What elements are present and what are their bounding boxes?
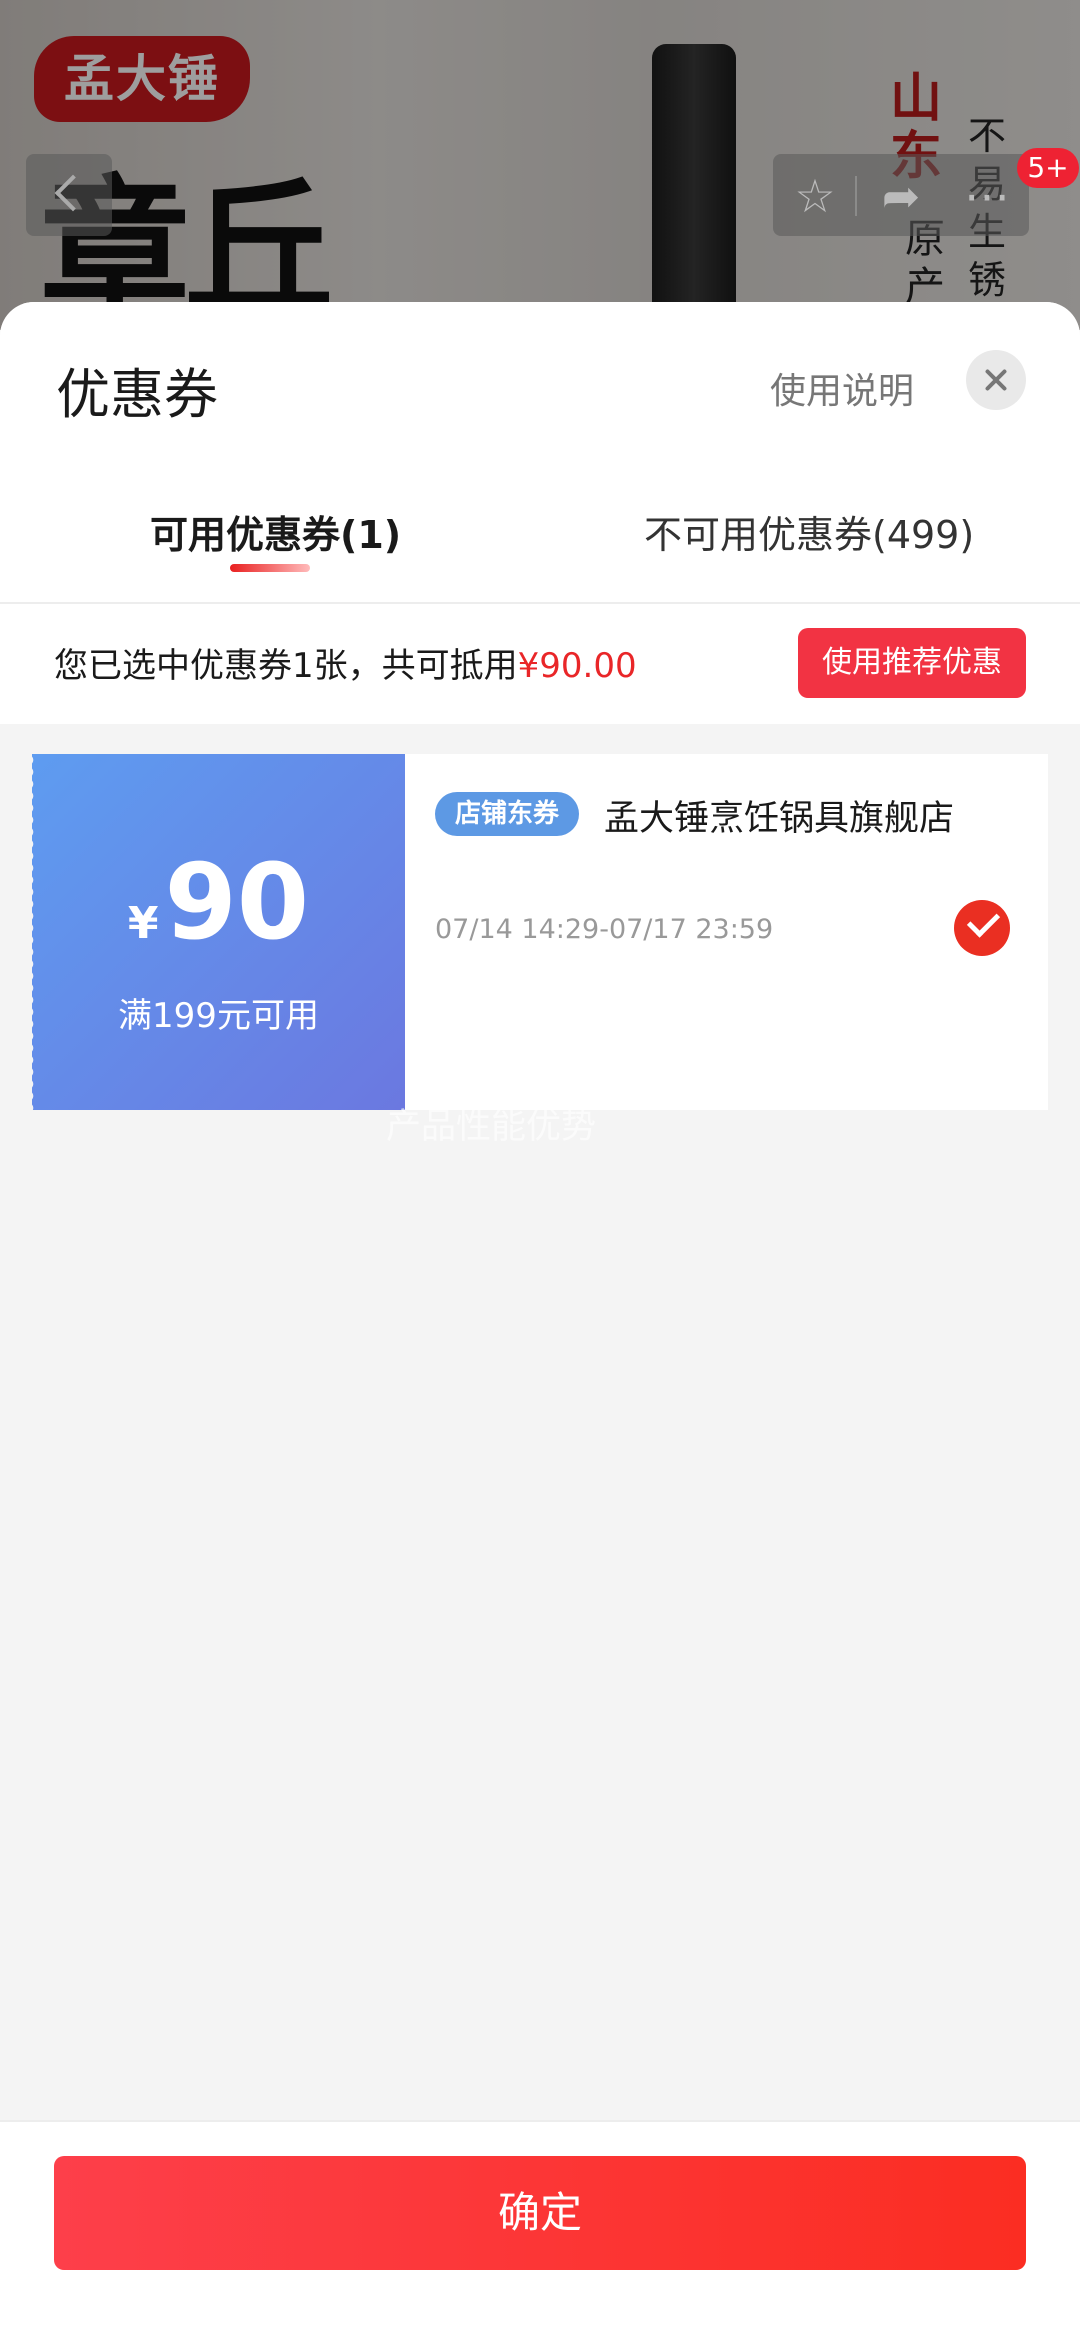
summary-amount: ¥90.00 (517, 646, 637, 686)
tab-available-coupons[interactable]: 可用优惠券(1) (150, 504, 401, 559)
coupon-condition: 满199元可用 (118, 996, 319, 1036)
share-icon[interactable]: ➦ (873, 168, 929, 224)
close-icon[interactable] (966, 350, 1026, 410)
confirm-button[interactable]: 确定 (54, 2156, 1026, 2270)
product-page-background: 孟大锤 章丘 山东 原产 不易生锈 ☆ ➦ ⋯ 5+ (0, 0, 1080, 330)
checkmark-icon[interactable] (954, 900, 1010, 956)
currency-symbol: ¥ (127, 898, 159, 949)
usage-instructions-link[interactable]: 使用说明 (770, 362, 914, 414)
star-icon[interactable]: ☆ (787, 168, 843, 224)
coupon-value: ¥90 (32, 850, 405, 976)
background-bleed-text: 产品性能优势 (386, 1107, 597, 1147)
coupon-card[interactable]: ¥90 满199元可用 店铺东券 孟大锤烹饪锅具旗舰店 07/14 14:29-… (28, 754, 1048, 1110)
use-recommended-button[interactable]: 使用推荐优惠 (798, 628, 1026, 698)
summary-text: 您已选中优惠券1张，共可抵用 (54, 646, 518, 686)
nav-actions: ☆ ➦ ⋯ (773, 154, 1029, 236)
coupon-validity: 07/14 14:29-07/17 23:59 (435, 914, 774, 945)
sheet-title: 优惠券 (56, 363, 218, 426)
nav-separator (855, 176, 857, 216)
message-count-badge: 5+ (1017, 148, 1079, 188)
back-button[interactable] (26, 154, 112, 236)
selection-summary: 您已选中优惠券1张，共可抵用¥90.00 (54, 638, 637, 687)
divider (0, 602, 1080, 604)
coupon-value-panel: ¥90 满199元可用 (28, 754, 405, 1110)
back-icon (54, 174, 92, 212)
tab-unavailable-coupons[interactable]: 不可用优惠券(499) (644, 504, 974, 559)
sheet-footer: 确定 (0, 2120, 1080, 2344)
sheet-header: 优惠券 使用说明 可用优惠券(1) 不可用优惠券(499) 您已选中优惠券1张，… (0, 302, 1080, 724)
active-tab-indicator (230, 564, 310, 572)
more-icon[interactable]: ⋯ (959, 168, 1015, 224)
coupon-amount: 90 (164, 841, 310, 963)
coupon-shop-name: 孟大锤烹饪锅具旗舰店 (604, 799, 955, 839)
coupon-type-badge: 店铺东券 (435, 792, 580, 836)
coupon-sheet: 优惠券 使用说明 可用优惠券(1) 不可用优惠券(499) 您已选中优惠券1张，… (0, 302, 1080, 2344)
